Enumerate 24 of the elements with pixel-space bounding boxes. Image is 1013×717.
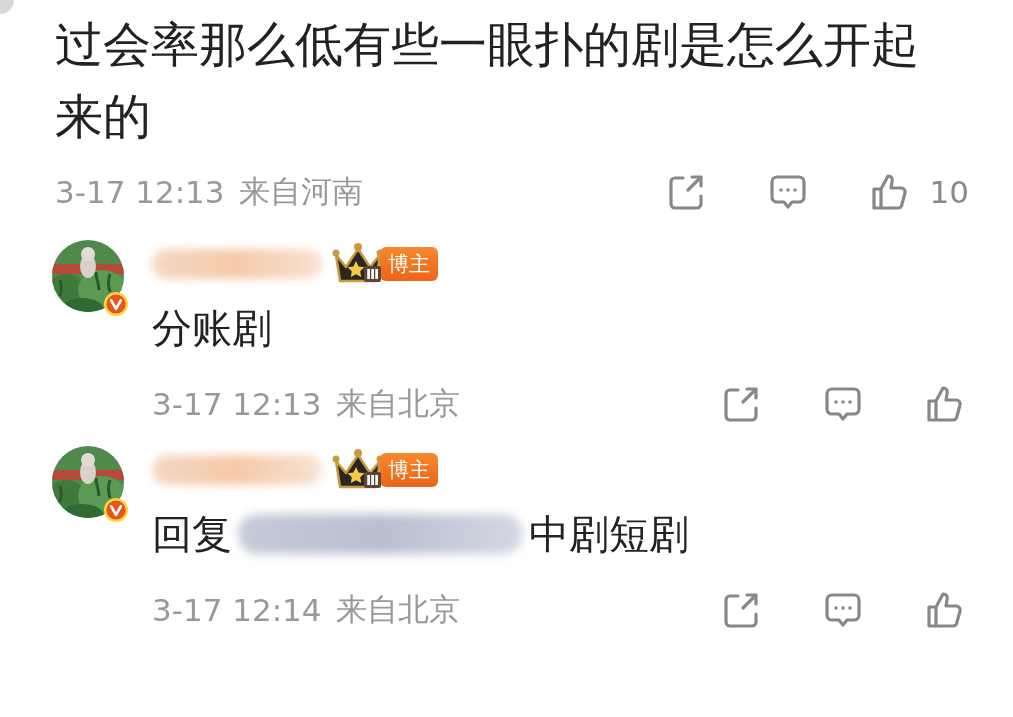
reply-text: 分账剧	[152, 303, 272, 353]
share-icon[interactable]	[721, 590, 761, 630]
avatar-icon	[0, 0, 14, 14]
comment-icon[interactable]	[823, 384, 863, 424]
like-count: 10	[929, 174, 969, 210]
comment-text: 过会率那么低有些一眼扑的剧是怎么开起来的	[55, 15, 920, 146]
reply-text: 中剧短剧	[529, 509, 689, 559]
role-badge: 博主	[380, 247, 438, 281]
thumbs-up-icon[interactable]	[869, 172, 910, 212]
level-label: Ⅲ	[364, 472, 382, 488]
comment-icon[interactable]	[767, 172, 808, 212]
share-icon[interactable]	[721, 384, 761, 424]
role-badge: 博主	[380, 453, 438, 487]
comment-time: 3-17 12:13	[55, 174, 225, 210]
level-label: Ⅲ	[364, 266, 382, 282]
reply-time: 3-17 12:14	[152, 592, 322, 628]
comment-location: 来自河南	[238, 172, 363, 211]
thumbs-up-icon[interactable]	[925, 384, 965, 424]
reply-location: 来自北京	[335, 384, 460, 423]
reply-prefix: 回复	[152, 509, 232, 559]
reply-location: 来自北京	[335, 590, 460, 629]
thumbs-up-icon[interactable]	[925, 590, 965, 630]
reply-time: 3-17 12:13	[152, 386, 322, 422]
comment-icon[interactable]	[823, 590, 863, 630]
